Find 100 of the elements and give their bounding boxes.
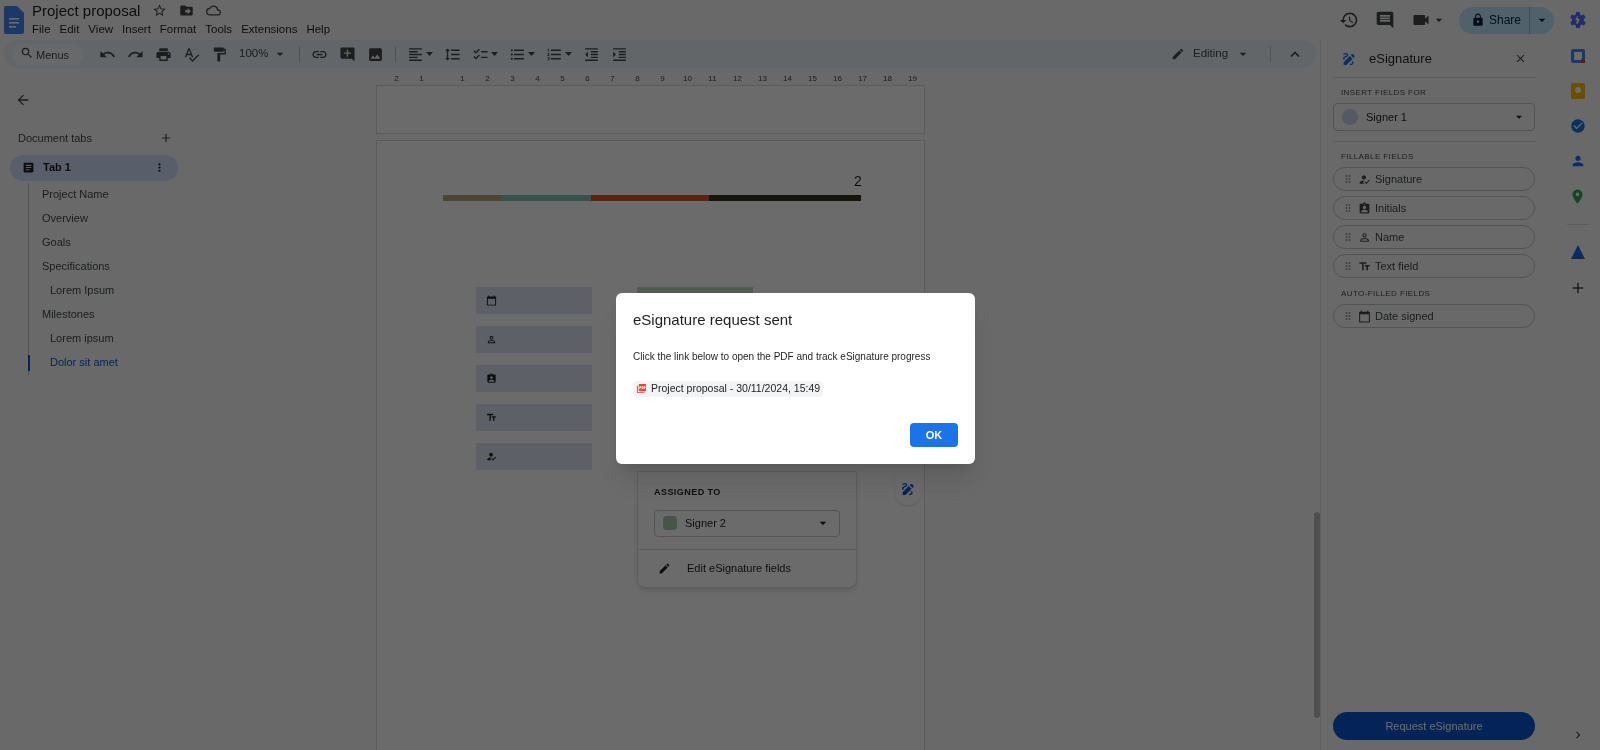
signature-icon [900,481,916,497]
panel-title: eSignature [1369,49,1433,68]
ruler-number: 18 [882,72,893,85]
ok-button[interactable]: OK [910,423,958,447]
ruler-number: 4 [534,72,541,85]
assigned-to-label: ASSIGNED TO [654,486,722,499]
ruler-number: 3 [509,72,516,85]
signature-field-placeholder[interactable] [476,443,592,470]
esignature-float-button[interactable] [895,473,921,505]
section-label: INSERT FIELDS FOR [1340,87,1428,99]
request-esignature-button[interactable]: Request eSignature [1333,712,1535,740]
paint-roller-icon [211,45,228,63]
star-icon[interactable] [152,3,168,19]
menu-item[interactable]: File [32,20,51,39]
print-icon [155,45,172,63]
ruler-number: 10 [682,72,693,85]
document-tabs-heading: Document tabs [18,131,92,146]
pen-icon [658,561,671,575]
ruler-number: 2 [393,72,400,85]
dialog-message: Click the link below to open the PDF and track eSignature progress [633,349,932,364]
signature-icon [486,451,497,462]
ruler-number: 17 [857,72,868,85]
comment-icon[interactable] [1374,10,1395,30]
person-icon [486,334,497,345]
menu-item[interactable]: View [88,20,114,39]
history-icon[interactable] [1338,10,1359,30]
chevron-up-icon [1290,51,1300,57]
calendar-app-icon[interactable] [1569,48,1586,64]
pdf-icon [636,383,647,394]
page-number: 2 [854,172,862,191]
ruler-number: 11 [707,72,718,85]
signature-field-placeholder[interactable] [476,326,592,353]
tasks-app-icon[interactable] [1569,118,1586,134]
outline-item[interactable]: Lorem Ipsum [10,278,376,303]
signer-color-swatch [663,516,677,530]
ruler-number: 1 [459,72,466,85]
caret-icon [491,52,499,56]
zoom-dropdown[interactable]: 100% [235,42,293,66]
align-left-icon [407,45,425,63]
signature-field-placeholder[interactable] [476,365,592,392]
signature-logo-icon [1341,50,1357,67]
caret-icon [426,52,434,56]
docs-logo-icon[interactable] [4,6,24,34]
menus-search-field[interactable]: Menus [12,44,84,66]
ruler-number: 7 [609,72,616,85]
folder-icon[interactable] [179,3,195,19]
lock-icon [1470,13,1485,27]
signature-field-placeholder[interactable] [476,287,592,314]
outline-item[interactable]: Dolor sit amet [10,350,376,375]
edit-fields-item[interactable]: Edit eSignature fields [638,549,856,587]
decrease-indent-icon [583,45,601,63]
text-field-icon [1358,259,1371,273]
ruler-number: 1 [418,72,425,85]
section-label: FILLABLE FIELDS [1340,151,1415,163]
add-comment-icon [339,45,357,63]
document-tab[interactable]: Tab 1 [10,154,178,181]
menu-item[interactable]: Help [306,20,331,39]
ruler-number: 5 [559,72,566,85]
menu-item[interactable]: Format [159,20,197,39]
signer-select[interactable]: Signer 2 [654,509,840,537]
outline-item[interactable]: Milestones [10,302,376,327]
calendar-icon [486,295,497,306]
ruler-number: 2 [484,72,491,85]
ruler-number: 6 [584,72,591,85]
ruler-number: 19 [907,72,918,85]
editing-mode-dropdown[interactable]: Editing [1163,42,1259,66]
triangle-app-icon[interactable] [1569,244,1586,260]
outline-item[interactable]: Specifications [10,254,376,279]
menu-item[interactable]: Insert [122,20,151,39]
calendar-icon [1358,309,1371,323]
dialog-title: eSignature request sent [633,310,794,330]
menu-item[interactable]: Edit [59,20,80,39]
person-icon [1358,230,1371,244]
image-icon [367,45,385,63]
document-icon [22,161,35,174]
outline-item[interactable]: Lorem ipsum [10,326,376,351]
ruler-number: 8 [634,72,641,85]
pencil-icon [1171,47,1185,61]
outline-item[interactable]: Project Name [10,182,376,207]
outline-item[interactable]: Overview [10,206,376,231]
signature-icon [1358,172,1371,186]
ruler-number: 13 [757,72,768,85]
signature-field-placeholder[interactable] [476,404,592,431]
close-icon[interactable] [1514,52,1527,65]
text-field-icon [486,412,497,423]
cloud-icon[interactable] [206,3,222,19]
outline-item[interactable]: Goals [10,230,376,255]
menu-item[interactable]: Tools [205,20,233,39]
caret-icon [565,52,573,56]
ruler-number: 14 [782,72,793,85]
section-label: AUTO-FILLED FIELDS [1340,288,1432,300]
ruler-number: 16 [832,72,843,85]
signer-select[interactable]: Signer 1 [1333,103,1535,131]
back-icon[interactable] [15,92,31,108]
document-title[interactable]: Project proposal [32,1,141,20]
caret-icon [528,52,536,56]
pdf-link-chip[interactable]: Project proposal - 30/11/2024, 15:49 [633,380,824,397]
spellcheck-icon [183,45,200,63]
ruler-number: 12 [732,72,743,85]
menu-item[interactable]: Extensions [241,20,298,39]
